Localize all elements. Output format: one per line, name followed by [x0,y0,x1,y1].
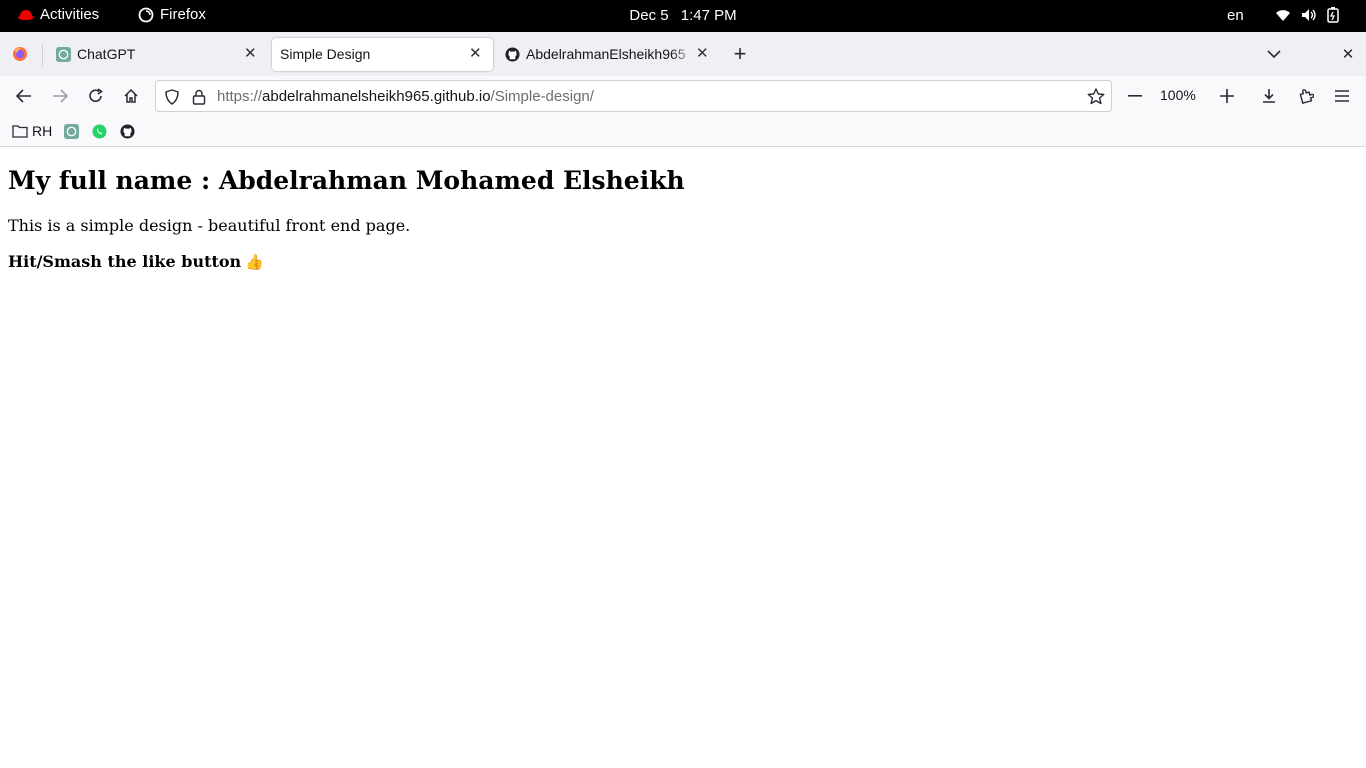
tab-title: ChatGPT [77,46,136,62]
intro-paragraph: This is a simple design - beautiful fron… [8,216,411,235]
close-tab-icon[interactable]: ✕ [469,44,482,62]
zoom-level[interactable]: 100% [1160,87,1196,103]
tab-chatgpt[interactable]: ChatGPT ✕ [48,38,268,71]
clock-time: 1:47 PM [680,7,737,24]
bookmark-star-icon[interactable] [1087,88,1105,105]
forward-arrow-icon [53,89,68,103]
url-host: abdelrahmanelsheikh965.github.io [262,88,491,105]
tab-github[interactable]: AbdelrahmanElsheikh965 ✕ [498,38,716,71]
url-path: /Simple-design/ [490,88,594,105]
web-page-content: My full name : Abdelrahman Mohamed Elshe… [0,148,1366,768]
back-button[interactable] [13,85,35,107]
close-tab-icon[interactable]: ✕ [244,44,257,62]
chatgpt-icon [64,124,79,139]
zoom-out-button[interactable] [1124,85,1146,107]
folder-icon [12,125,28,138]
tab-title: AbdelrahmanElsheikh965 [526,46,686,62]
bookmarks-toolbar: RH [0,116,1366,147]
bookmark-whatsapp[interactable] [92,124,107,139]
address-bar[interactable]: https://abdelrahmanelsheikh965.github.io… [155,80,1112,112]
back-arrow-icon [16,89,31,103]
plus-icon [1220,89,1234,103]
downloads-button[interactable] [1258,85,1280,107]
wifi-icon [1276,10,1290,21]
tab-strip: ChatGPT ✕ Simple Design ✕ AbdelrahmanEls… [0,32,1366,76]
download-icon [1263,89,1275,103]
reload-button[interactable] [85,85,107,107]
thumbs-up-icon: 👍 [245,252,264,271]
clock-date: Dec 5 [629,7,669,24]
firefox-view-icon[interactable] [9,43,31,65]
github-icon [120,124,135,139]
battery-icon [1327,7,1339,23]
home-icon [124,88,138,103]
puzzle-extensions-icon [1299,89,1314,104]
like-paragraph: Hit/Smash the like button 👍 [8,252,264,271]
bookmark-chatgpt[interactable] [64,124,79,139]
reload-icon [89,88,103,102]
list-all-tabs-icon[interactable] [1263,43,1285,65]
app-menu-button[interactable] [1331,85,1353,107]
tab-title: Simple Design [280,46,371,62]
bookmark-github[interactable] [120,124,135,139]
system-top-bar: Activities Firefox Dec 5 1:47 PM en [0,0,1366,32]
clock[interactable]: Dec 5 1:47 PM [0,7,1366,24]
page-heading: My full name : Abdelrahman Mohamed Elshe… [8,166,685,195]
github-icon [505,47,520,62]
lock-icon[interactable] [192,89,206,105]
navigation-toolbar: https://abdelrahmanelsheikh965.github.io… [0,76,1366,116]
home-button[interactable] [120,85,142,107]
extensions-button[interactable] [1295,85,1317,107]
language-indicator[interactable]: en [1227,7,1244,24]
volume-icon [1302,9,1316,21]
zoom-in-button[interactable] [1216,85,1238,107]
system-tray[interactable] [1275,7,1339,23]
tracking-protection-shield-icon[interactable] [164,89,180,105]
like-text: Hit/Smash the like button [8,252,242,271]
tab-separator [42,44,43,66]
bookmark-folder-rh[interactable]: RH [12,123,52,139]
url-text[interactable]: https://abdelrahmanelsheikh965.github.io… [217,88,594,105]
url-scheme: https:// [217,88,263,105]
whatsapp-icon [92,124,107,139]
hamburger-menu-icon [1335,90,1349,102]
tab-simple-design[interactable]: Simple Design ✕ [272,38,493,71]
forward-button[interactable] [49,85,71,107]
close-window-icon[interactable]: ✕ [1337,43,1359,65]
close-tab-icon[interactable]: ✕ [696,44,709,62]
new-tab-icon[interactable]: + [729,41,751,66]
chatgpt-icon [56,47,71,62]
minus-icon [1128,95,1142,97]
bookmark-label: RH [32,123,53,139]
